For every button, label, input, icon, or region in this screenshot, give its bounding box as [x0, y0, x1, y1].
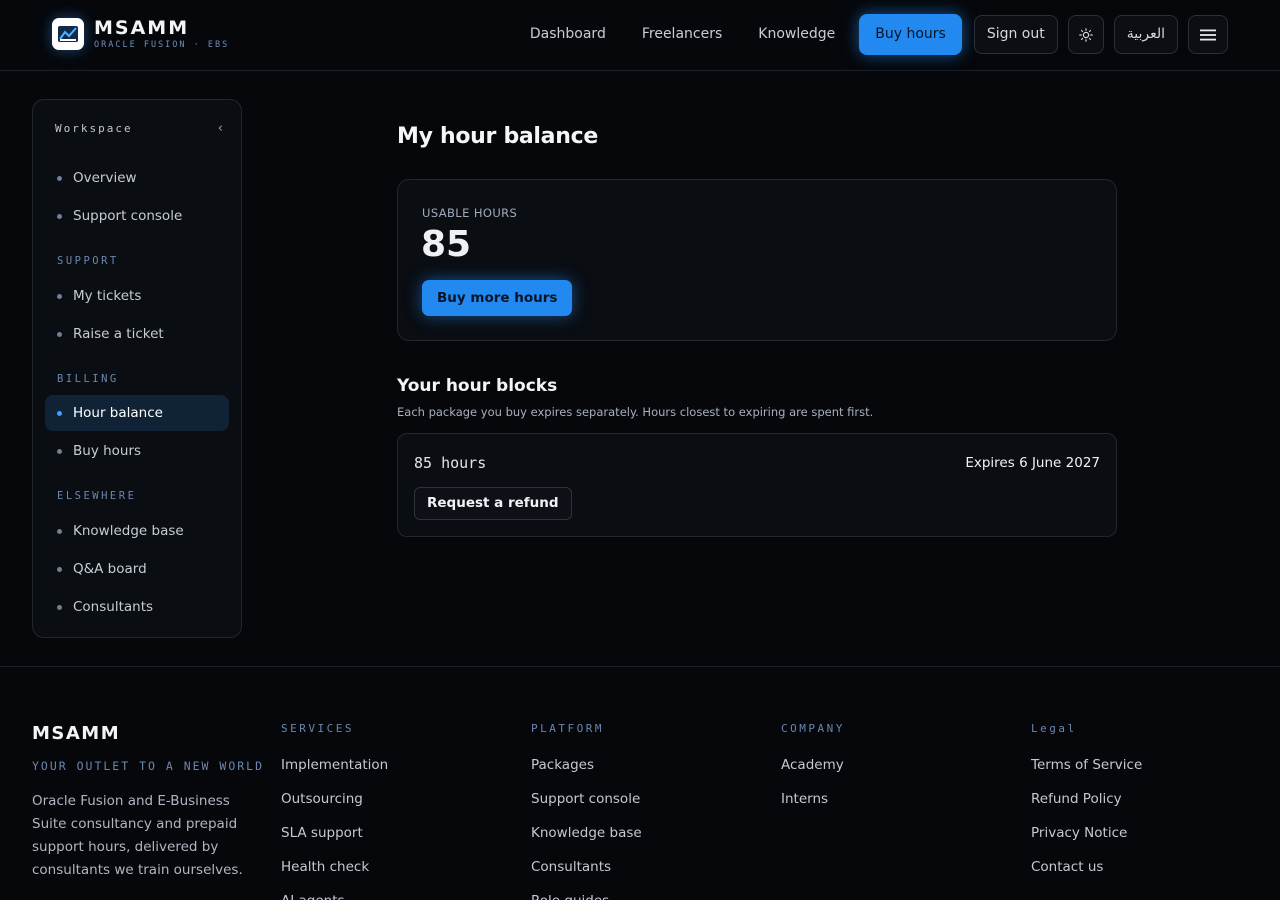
usable-hours-label: USABLE HOURS — [422, 206, 518, 220]
chevron-left-icon[interactable]: ‹ — [218, 121, 223, 136]
sidebar-item-raise-ticket[interactable]: Raise a ticket — [45, 316, 229, 352]
footer-link-privacy[interactable]: Privacy Notice — [1031, 823, 1142, 857]
buy-more-hours-button[interactable]: Buy more hours — [422, 280, 573, 316]
menu-button[interactable] — [1188, 15, 1228, 54]
footer-link-refund-policy[interactable]: Refund Policy — [1031, 789, 1142, 823]
brand-logo[interactable]: MSAMM ORACLE FUSION · EBS — [52, 18, 229, 50]
footer-link-knowledge-base[interactable]: Knowledge base — [531, 823, 642, 857]
bullet-icon — [57, 604, 62, 610]
footer-link-interns[interactable]: Interns — [781, 789, 845, 823]
nav-knowledge[interactable]: Knowledge — [758, 14, 835, 55]
bullet-icon — [57, 410, 62, 416]
brand-name: MSAMM — [94, 16, 190, 39]
footer-heading: COMPANY — [781, 722, 845, 735]
hour-block-expiry: Expires 6 June 2027 — [965, 455, 1100, 471]
nav-freelancers[interactable]: Freelancers — [642, 14, 722, 55]
footer-link-role-guides[interactable]: Role guides — [531, 891, 642, 900]
sidebar-item-label: Consultants — [73, 599, 154, 615]
request-refund-button[interactable]: Request a refund — [414, 487, 572, 520]
sidebar-group-elsewhere: ELSEWHERE — [57, 490, 137, 502]
page-title: My hour balance — [397, 124, 598, 149]
top-header: MSAMM ORACLE FUSION · EBS Dashboard Free… — [0, 0, 1280, 71]
brand-subtitle: ORACLE FUSION · EBS — [94, 39, 230, 50]
sidebar-item-label: Buy hours — [73, 443, 142, 459]
sidebar-group-support: SUPPORT — [57, 255, 119, 267]
sidebar-item-my-tickets[interactable]: My tickets — [45, 278, 229, 314]
footer-heading: SERVICES — [281, 722, 354, 735]
footer-link-ai-agents[interactable]: AI agents — [281, 891, 388, 900]
bullet-icon — [57, 175, 62, 181]
footer-link-contact[interactable]: Contact us — [1031, 857, 1142, 891]
top-nav: Dashboard Freelancers Knowledge Buy hour… — [530, 14, 1228, 55]
footer-heading: PLATFORM — [531, 722, 604, 735]
bullet-icon — [57, 448, 62, 454]
bullet-icon — [57, 566, 62, 572]
footer-link-consultants[interactable]: Consultants — [531, 857, 642, 891]
footer-brand: MSAMM — [32, 723, 121, 744]
usable-hours-value: 85 — [421, 224, 472, 265]
sidebar-item-buy-hours[interactable]: Buy hours — [45, 433, 229, 469]
bullet-icon — [57, 213, 62, 219]
hour-block-amount: 85 hours — [414, 454, 487, 472]
footer-col-company: COMPANY Academy Interns — [781, 722, 845, 823]
footer-link-outsourcing[interactable]: Outsourcing — [281, 789, 388, 823]
footer-link-health-check[interactable]: Health check — [281, 857, 388, 891]
site-footer: MSAMM YOUR OUTLET TO A NEW WORLD Oracle … — [0, 666, 1280, 900]
footer-heading: Legal — [1031, 722, 1077, 735]
footer-link-terms[interactable]: Terms of Service — [1031, 755, 1142, 789]
sidebar-item-label: Q&A board — [73, 561, 147, 577]
footer-link-support-console[interactable]: Support console — [531, 789, 642, 823]
language-switch-button[interactable]: العربية — [1113, 15, 1178, 54]
hour-blocks-title: Your hour blocks — [397, 376, 558, 396]
footer-tagline: YOUR OUTLET TO A NEW WORLD — [32, 759, 265, 773]
theme-toggle-button[interactable] — [1067, 15, 1104, 54]
sidebar-item-hour-balance[interactable]: Hour balance — [45, 395, 229, 431]
logo-mark-icon — [52, 18, 84, 50]
footer-col-legal: Legal Terms of Service Refund Policy Pri… — [1031, 722, 1142, 891]
balance-card: USABLE HOURS 85 Buy more hours — [397, 179, 1117, 341]
footer-link-implementation[interactable]: Implementation — [281, 755, 388, 789]
sign-out-button[interactable]: Sign out — [973, 15, 1058, 54]
sidebar-item-label: Raise a ticket — [73, 326, 164, 342]
sidebar-item-overview[interactable]: Overview — [45, 160, 229, 196]
hour-blocks-subtitle: Each package you buy expires separately.… — [397, 405, 874, 419]
sidebar-item-consultants[interactable]: Consultants — [45, 589, 229, 625]
footer-col-services: SERVICES Implementation Outsourcing SLA … — [281, 722, 388, 900]
sidebar-item-qa-board[interactable]: Q&A board — [45, 551, 229, 587]
sidebar-item-label: Overview — [73, 170, 137, 186]
sidebar-item-label: Support console — [73, 208, 183, 224]
footer-description: Oracle Fusion and E-Business Suite consu… — [32, 793, 243, 878]
sidebar-item-label: Hour balance — [73, 405, 163, 421]
footer-col-platform: PLATFORM Packages Support console Knowle… — [531, 722, 642, 900]
bullet-icon — [57, 293, 62, 299]
sidebar-item-knowledge-base[interactable]: Knowledge base — [45, 513, 229, 549]
hamburger-menu-icon — [1200, 29, 1216, 40]
bullet-icon — [57, 528, 62, 534]
sidebar-item-label: My tickets — [73, 288, 142, 304]
sidebar-title: Workspace — [55, 122, 133, 135]
buy-hours-button[interactable]: Buy hours — [859, 14, 962, 55]
sun-icon — [1078, 27, 1093, 42]
sidebar-item-label: Knowledge base — [73, 523, 184, 539]
sidebar-item-support-console[interactable]: Support console — [45, 198, 229, 234]
footer-link-packages[interactable]: Packages — [531, 755, 642, 789]
footer-link-sla-support[interactable]: SLA support — [281, 823, 388, 857]
workspace-sidebar: Workspace ‹ Overview Support console SUP… — [32, 99, 242, 638]
footer-link-academy[interactable]: Academy — [781, 755, 845, 789]
nav-dashboard[interactable]: Dashboard — [530, 14, 606, 55]
hour-block-card: 85 hours Expires 6 June 2027 Request a r… — [397, 433, 1117, 537]
bullet-icon — [57, 331, 62, 337]
sidebar-group-billing: BILLING — [57, 373, 119, 385]
